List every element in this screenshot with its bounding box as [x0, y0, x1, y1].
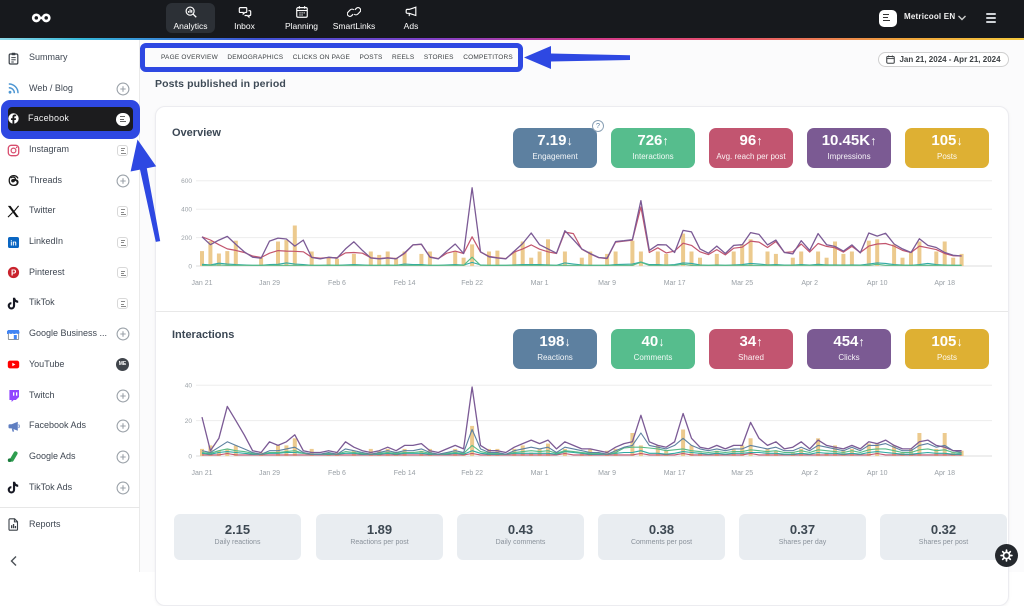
svg-text:Mar 17: Mar 17 [664, 470, 686, 477]
svg-text:Apr 2: Apr 2 [801, 280, 818, 287]
svg-text:Mar 1: Mar 1 [531, 470, 549, 477]
svg-text:Jan 29: Jan 29 [259, 280, 280, 287]
svg-text:Apr 18: Apr 18 [934, 280, 955, 287]
svg-text:Jan 21: Jan 21 [191, 280, 212, 287]
svg-text:Apr 18: Apr 18 [934, 470, 955, 477]
svg-text:400: 400 [181, 207, 192, 214]
svg-text:Mar 17: Mar 17 [664, 280, 686, 287]
svg-text:Feb 6: Feb 6 [328, 280, 346, 287]
svg-text:Mar 1: Mar 1 [531, 280, 549, 287]
svg-text:Feb 14: Feb 14 [394, 470, 416, 477]
svg-text:Jan 29: Jan 29 [259, 470, 280, 477]
svg-text:Feb 14: Feb 14 [394, 280, 416, 287]
svg-text:P: P [11, 269, 17, 278]
svg-text:600: 600 [181, 178, 192, 185]
svg-text:200: 200 [181, 235, 192, 242]
svg-text:Mar 25: Mar 25 [731, 280, 753, 287]
svg-text:Mar 25: Mar 25 [731, 470, 753, 477]
svg-text:40: 40 [185, 383, 193, 390]
svg-text:Apr 10: Apr 10 [867, 280, 888, 287]
svg-text:Mar 9: Mar 9 [598, 470, 616, 477]
svg-text:Apr 10: Apr 10 [867, 470, 888, 477]
svg-text:Apr 2: Apr 2 [801, 470, 818, 477]
svg-text:Feb 22: Feb 22 [461, 280, 483, 287]
svg-text:in: in [10, 240, 16, 247]
svg-text:0: 0 [188, 454, 192, 461]
svg-text:0: 0 [188, 264, 192, 271]
svg-text:20: 20 [185, 418, 193, 425]
svg-text:Jan 21: Jan 21 [191, 470, 212, 477]
svg-text:Mar 9: Mar 9 [598, 280, 616, 287]
svg-text:Feb 6: Feb 6 [328, 470, 346, 477]
svg-text:Feb 22: Feb 22 [461, 470, 483, 477]
